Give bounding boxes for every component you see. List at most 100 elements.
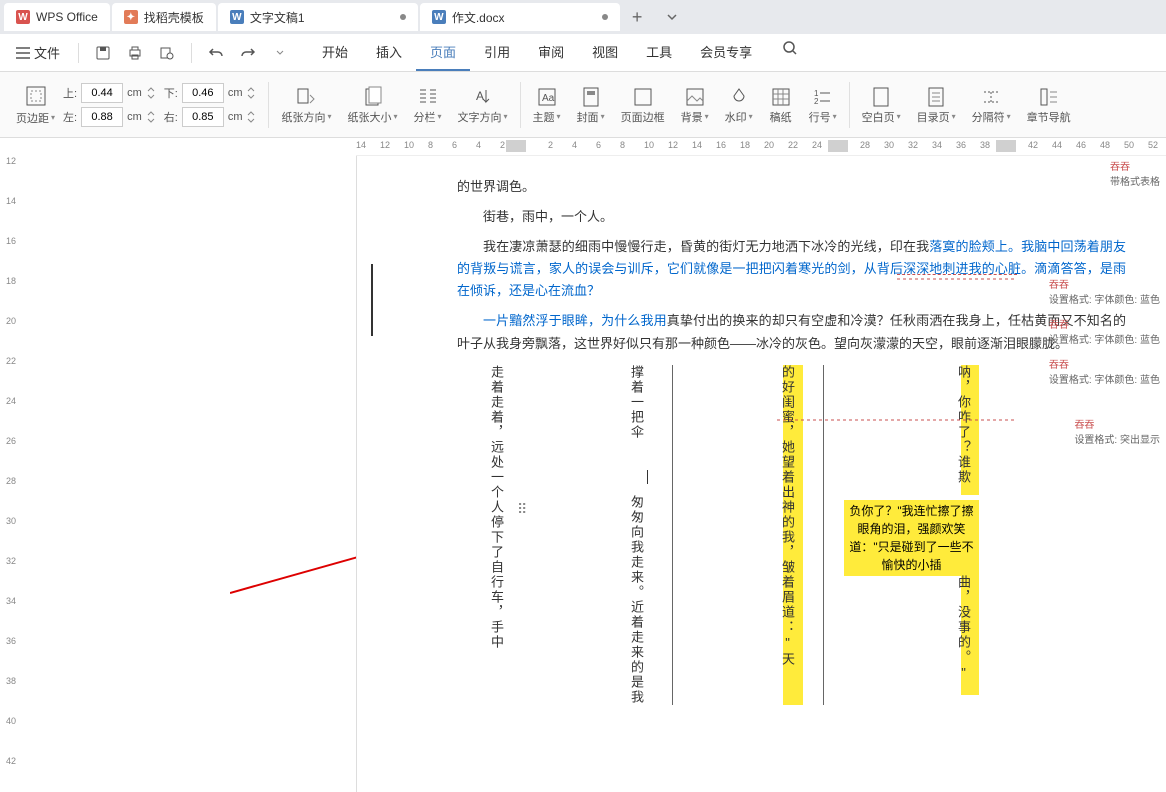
- break-button[interactable]: 分隔符▾: [964, 76, 1019, 133]
- revision-annotation[interactable]: 吞吞 设置格式: 字体颜色: 蓝色: [1049, 316, 1160, 346]
- revision-annotation[interactable]: 吞吞 设置格式: 突出显示: [1074, 416, 1160, 446]
- left-margin-input[interactable]: [81, 107, 123, 127]
- page-canvas[interactable]: 的世界调色。 街巷，雨中，一个人。 我在凄凉萧瑟的细雨中慢慢行走，昏黄的街灯无力…: [356, 156, 1166, 792]
- grid-button[interactable]: 稿纸: [761, 76, 801, 133]
- tool-label: 分栏: [414, 109, 436, 125]
- annotation-desc: 设置格式: 突出显示: [1074, 431, 1160, 446]
- annotation-author: 吞吞: [1049, 316, 1160, 331]
- ribbon-tab-view[interactable]: 视图: [578, 34, 632, 71]
- tab-template[interactable]: ✦ 找稻壳模板: [112, 3, 216, 31]
- text-cursor: [647, 470, 648, 484]
- unit-label: cm: [228, 87, 243, 99]
- redo-button[interactable]: [234, 39, 262, 67]
- revision-annotation[interactable]: 吞吞 带格式表格: [1110, 158, 1160, 188]
- columns-icon: [417, 87, 439, 107]
- chevron-down-icon: ▾: [601, 112, 605, 121]
- ribbon-tab-start[interactable]: 开始: [308, 34, 362, 71]
- vertical-column[interactable]: 走着走着，远处一个人停下了自行车，手中: [472, 365, 512, 705]
- dropdown-button[interactable]: [266, 39, 294, 67]
- tool-label: 行号: [809, 109, 831, 125]
- bottom-margin-input[interactable]: [182, 83, 224, 103]
- tab-doc1[interactable]: W 文字文稿1: [218, 3, 418, 31]
- tool-label: 页面边框: [621, 109, 665, 125]
- chevron-down-icon: ▾: [557, 112, 561, 121]
- preview-icon: [159, 45, 175, 61]
- paragraph[interactable]: 街巷，雨中，一个人。: [457, 206, 1126, 228]
- spinner-icon[interactable]: [246, 109, 256, 125]
- svg-text:2: 2: [814, 97, 819, 106]
- blank-page-button[interactable]: 空白页▾: [854, 76, 909, 133]
- margin-inputs: 下: cm 右: cm: [164, 83, 257, 127]
- tab-doc2[interactable]: W 作文.docx: [420, 3, 620, 31]
- preview-button[interactable]: [153, 39, 181, 67]
- annotation-desc: 设置格式: 字体颜色: 蓝色: [1049, 331, 1160, 346]
- vertical-column-group: 撑着一把伞 匆匆向我走来。近着走来的是我: [532, 365, 652, 705]
- revision-annotation[interactable]: 吞吞 设置格式: 字体颜色: 蓝色: [1049, 356, 1160, 386]
- papersize-button[interactable]: 纸张大小▾: [340, 76, 406, 133]
- watermark-button[interactable]: 水印▾: [717, 76, 761, 133]
- ribbon-tab-review[interactable]: 审阅: [524, 34, 578, 71]
- textdir-icon: A: [472, 86, 494, 108]
- chevron-down-icon: ▾: [833, 112, 837, 121]
- divider: [191, 43, 192, 63]
- spinner-icon[interactable]: [246, 85, 256, 101]
- tool-label: 章节导航: [1027, 109, 1071, 125]
- lineno-button[interactable]: 12 行号▾: [801, 76, 845, 133]
- ribbon-tab-insert[interactable]: 插入: [362, 34, 416, 71]
- columns-button[interactable]: 分栏▾: [406, 76, 450, 133]
- separator: [849, 82, 850, 128]
- vertical-text-highlighted[interactable]: 曲，没事的。": [961, 575, 979, 695]
- file-label: 文件: [34, 43, 60, 62]
- orientation-button[interactable]: 纸张方向▾: [273, 76, 339, 133]
- tab-wps[interactable]: W WPS Office: [4, 3, 110, 31]
- ribbon-tab-tools[interactable]: 工具: [632, 34, 686, 71]
- paragraph[interactable]: 一片黯然浮于眼眸，为什么我用真挚付出的换来的却只有空虚和冷漠？任秋雨洒在我身上，…: [457, 310, 1126, 354]
- new-tab-button[interactable]: +: [622, 7, 653, 28]
- ribbon-tab-member[interactable]: 会员专享: [686, 34, 766, 71]
- file-menu-button[interactable]: 文件: [8, 43, 68, 62]
- vertical-text-highlighted[interactable]: 呐，你咋了？谁欺: [961, 365, 979, 495]
- page-margin-button[interactable]: 页边距▾: [16, 84, 55, 126]
- tool-label: 背景: [681, 109, 703, 125]
- right-margin-input[interactable]: [182, 107, 224, 127]
- save-button[interactable]: [89, 39, 117, 67]
- tool-label: 目录页: [917, 109, 950, 125]
- spinner-icon[interactable]: [146, 109, 156, 125]
- text-run: 我在凄凉萧瑟的细雨中慢慢行走，昏黄的街灯无力地洒下冰冷的光线，印在我: [483, 239, 929, 254]
- margins-group: 页边距▾ 上: cm 左: cm 下: cm: [8, 76, 264, 133]
- paragraph[interactable]: 的世界调色。: [457, 176, 1126, 198]
- search-button[interactable]: [776, 34, 804, 62]
- theme-button[interactable]: Aa 主题▾: [525, 76, 569, 133]
- margin-inputs: 上: cm 左: cm: [63, 83, 156, 127]
- horizontal-ruler[interactable]: 1412108642246810121416182022242628303234…: [356, 138, 1166, 156]
- revision-annotation[interactable]: 吞吞 设置格式: 字体颜色: 蓝色: [1049, 276, 1160, 306]
- ribbon-tab-page[interactable]: 页面: [416, 34, 470, 71]
- vertical-text[interactable]: 匆匆向我走来。近着走来的是我: [621, 495, 652, 705]
- background-button[interactable]: 背景▾: [673, 76, 717, 133]
- vertical-text[interactable]: 撑着一把伞: [621, 365, 652, 465]
- paragraph[interactable]: 我在凄凉萧瑟的细雨中慢慢行走，昏黄的街灯无力地洒下冰冷的光线，印在我落寞的脸颊上…: [457, 236, 1126, 302]
- unit-label: cm: [127, 87, 142, 99]
- border-button[interactable]: 页面边框: [613, 76, 673, 133]
- menu-left-group: 文件: [8, 39, 294, 67]
- spinner-icon[interactable]: [146, 85, 156, 101]
- top-margin-input[interactable]: [81, 83, 123, 103]
- annotation-author: 吞吞: [1049, 276, 1160, 291]
- toc-icon: [926, 86, 946, 108]
- textdir-button[interactable]: A 文字方向▾: [450, 76, 516, 133]
- tool-label: 纸张方向: [281, 109, 325, 125]
- undo-button[interactable]: [202, 39, 230, 67]
- separator: [268, 82, 269, 128]
- ribbon-tab-ref[interactable]: 引用: [470, 34, 524, 71]
- word-icon: W: [432, 10, 446, 24]
- annotation-connector: [897, 274, 1017, 284]
- cover-button[interactable]: 封面▾: [569, 76, 613, 133]
- tab-menu-button[interactable]: [658, 3, 686, 31]
- chevron-down-icon: ▾: [438, 112, 442, 121]
- toc-button[interactable]: 目录页▾: [909, 76, 964, 133]
- chapternav-button[interactable]: 章节导航: [1019, 76, 1079, 133]
- print-button[interactable]: [121, 39, 149, 67]
- highlighted-block[interactable]: 负你了？"我连忙擦了擦眼角的泪，强颜欢笑道："只是碰到了一些不愉快的小插: [844, 500, 979, 576]
- chevron-down-icon: ▾: [749, 112, 753, 121]
- tool-label: 纸张大小: [348, 109, 392, 125]
